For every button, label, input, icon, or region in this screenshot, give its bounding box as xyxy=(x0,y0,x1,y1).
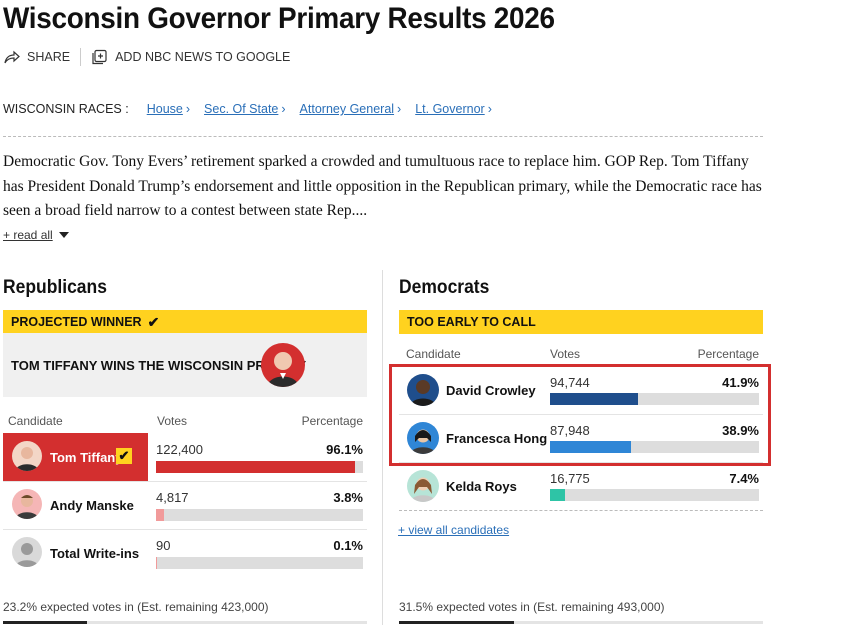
column-header-candidate: Candidate xyxy=(406,347,461,361)
republicans-heading: Republicans xyxy=(3,277,107,298)
projected-winner-badge: PROJECTED WINNER ✔ xyxy=(3,310,367,334)
expected-votes-text: 31.5% expected votes in (Est. remaining … xyxy=(399,600,665,614)
column-header-percentage: Percentage xyxy=(697,347,759,361)
share-label: SHARE xyxy=(27,50,71,64)
highlight-annotation-box xyxy=(389,364,771,466)
candidate-name: Total Write-ins xyxy=(50,546,140,561)
column-header-percentage: Percentage xyxy=(301,414,363,428)
expected-votes-progress-fill xyxy=(3,621,88,624)
winner-banner: TOM TIFFANY WINS THE WISCONSIN PRIMARY xyxy=(3,333,367,397)
avatar xyxy=(407,470,439,502)
read-all-button[interactable]: + read all xyxy=(3,228,69,242)
status-label: TOO EARLY TO CALL xyxy=(407,315,536,329)
share-button[interactable]: SHARE xyxy=(3,49,70,65)
caret-down-icon xyxy=(58,232,69,238)
vote-bar xyxy=(156,557,363,569)
candidate-row: Tom Tiffany ✔ 122,400 96.1% xyxy=(3,433,367,481)
column-header-votes: Votes xyxy=(550,347,581,361)
vote-percentage: 7.4% xyxy=(729,471,759,486)
vote-percentage: 3.8% xyxy=(333,490,363,505)
race-link-lt-governor[interactable]: Lt. Governor › xyxy=(415,102,492,116)
page-title: Wisconsin Governor Primary Results 2026 xyxy=(3,2,555,35)
add-source-icon xyxy=(92,49,107,65)
avatar xyxy=(12,489,42,519)
share-icon xyxy=(4,50,20,64)
vote-count: 4,817 xyxy=(156,490,189,505)
vote-bar xyxy=(156,509,363,521)
candidate-row: Total Write-ins 90 0.1% xyxy=(3,529,367,577)
add-to-google-button[interactable]: ADD NBC NEWS TO GOOGLE xyxy=(91,49,290,65)
avatar xyxy=(12,441,42,471)
vote-bar xyxy=(156,461,363,473)
expected-votes-progress xyxy=(399,621,763,624)
status-label: PROJECTED WINNER xyxy=(11,315,142,329)
divider xyxy=(3,136,763,137)
view-all-candidates-link[interactable]: + view all candidates xyxy=(398,523,509,537)
read-all-label: + read all xyxy=(3,228,53,242)
expected-votes-progress-fill xyxy=(399,621,514,624)
candidate-name: Kelda Roys xyxy=(446,479,517,494)
races-nav-label: WISCONSIN RACES : xyxy=(3,102,129,116)
divider xyxy=(80,48,82,66)
races-nav: WISCONSIN RACES : House › Sec. Of State › … xyxy=(3,102,506,116)
check-icon: ✔ xyxy=(147,313,160,330)
column-divider xyxy=(382,270,383,625)
candidate-row: Kelda Roys 16,775 7.4% xyxy=(399,462,763,510)
vote-bar-fill xyxy=(156,509,164,521)
column-header-votes: Votes xyxy=(157,414,188,428)
vote-bar-fill xyxy=(156,461,355,473)
add-to-google-label: ADD NBC NEWS TO GOOGLE xyxy=(115,50,291,64)
vote-count: 122,400 xyxy=(156,442,203,457)
candidate-row: Andy Manske 4,817 3.8% xyxy=(3,481,367,529)
share-bar: SHARE ADD NBC NEWS TO GOOGLE xyxy=(3,47,290,67)
democrats-heading: Democrats xyxy=(399,277,490,298)
placeholder-avatar-icon xyxy=(12,537,42,567)
too-early-badge: TOO EARLY TO CALL xyxy=(399,310,763,334)
vote-bar xyxy=(550,489,759,501)
avatar xyxy=(261,343,305,387)
vote-bar-fill xyxy=(550,489,566,501)
expected-votes-progress xyxy=(3,621,367,624)
candidate-name: Andy Manske xyxy=(50,498,134,513)
vote-percentage: 96.1% xyxy=(326,442,363,457)
checkbox-check-icon: ✔ xyxy=(116,448,132,464)
vote-count: 16,775 xyxy=(550,471,590,486)
race-description: Democratic Gov. Tony Evers’ retirement s… xyxy=(3,153,762,219)
race-link-sec-of-state[interactable]: Sec. Of State › xyxy=(204,102,286,116)
candidate-name: Tom Tiffany xyxy=(50,450,123,465)
vote-count: 90 xyxy=(156,538,171,553)
vote-percentage: 0.1% xyxy=(333,538,363,553)
race-link-attorney-general[interactable]: Attorney General › xyxy=(300,102,402,116)
column-header-candidate: Candidate xyxy=(8,414,63,428)
expected-votes-text: 23.2% expected votes in (Est. remaining … xyxy=(3,600,269,614)
race-link-house[interactable]: House › xyxy=(147,102,190,116)
divider xyxy=(399,510,763,511)
